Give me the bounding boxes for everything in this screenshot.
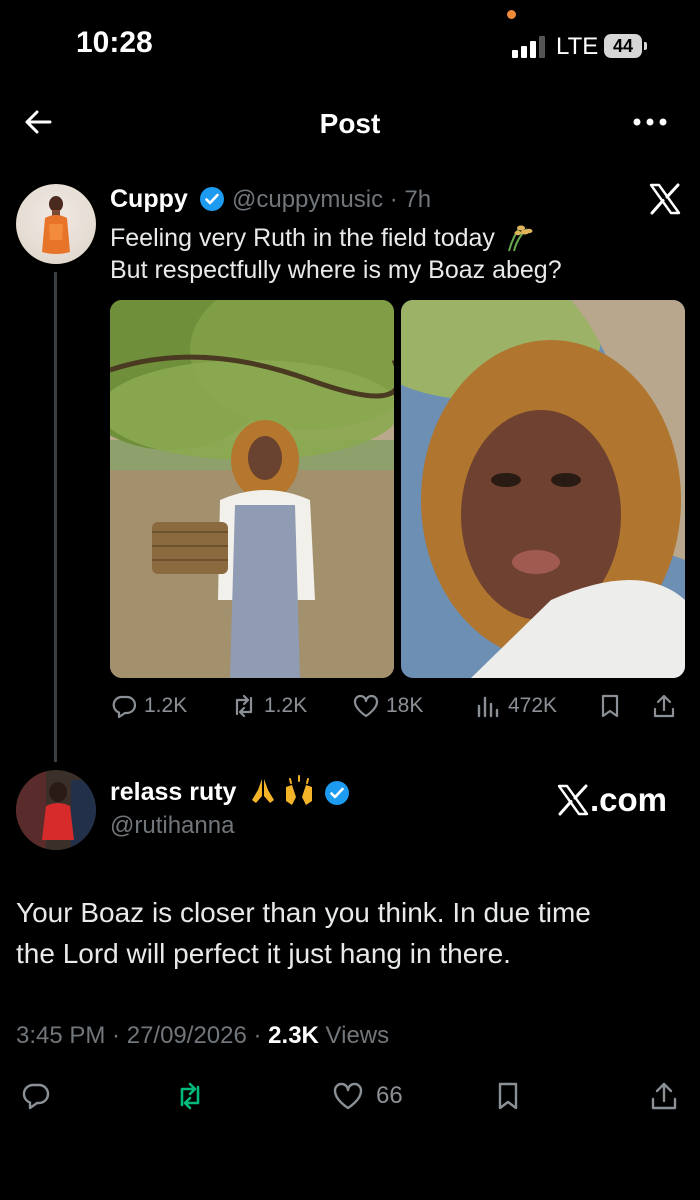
views-count: 472K [508,694,558,717]
share-icon[interactable] [650,692,678,720]
xcom-watermark: .com [556,780,670,820]
quoted-post-text-line-2: But respectfully where is my Boaz abeg? [110,256,562,284]
reply-count-button[interactable]: 1.2K [110,692,187,720]
heart-icon [353,694,379,718]
quoted-author-name[interactable]: Cuppy [110,185,188,214]
reply-button[interactable] [20,1080,52,1112]
sheaf-of-rice-icon [501,222,535,252]
privacy-indicator-dot [507,10,516,19]
like-count: 66 [376,1082,403,1109]
folded-hands-icon [248,776,278,806]
like-count: 18K [386,694,424,717]
battery-indicator: 44 [604,34,642,58]
bookmark-button[interactable] [492,1080,524,1112]
heart-icon [333,1082,363,1110]
status-time: 10:28 [76,26,153,59]
thread-connector-line [54,272,57,762]
repost-icon [235,694,253,718]
reply-text-line-2: the Lord will perfect it just hang in th… [16,938,511,969]
quoted-post-text-line-1: Feeling very Ruth in the field today [110,222,535,253]
battery-nub [644,42,647,50]
comment-icon [22,1083,50,1110]
xcom-text: .com [590,781,668,818]
reply-text-line-1: Your Boaz is closer than you think. In d… [16,897,591,928]
views-bar-chart-icon [477,696,499,718]
quoted-author-handle-and-age[interactable]: @cuppymusic · 7h [232,186,431,214]
repost-count-button[interactable]: 1.2K [230,692,307,720]
page-title: Post [319,108,381,139]
repost-icon [180,1082,200,1110]
reply-author-handle[interactable]: @rutihanna [110,812,234,840]
like-count-button[interactable]: 18K [352,692,423,720]
x-logo-icon [557,784,589,816]
verified-badge-icon [199,186,225,212]
quoted-author-avatar[interactable] [16,184,96,264]
bookmark-icon [498,1082,518,1110]
post-views-count: 2.3K [268,1022,319,1049]
more-options-icon[interactable] [632,112,668,132]
repost-count: 1.2K [264,694,308,717]
like-button[interactable]: 66 [332,1080,403,1112]
reply-author-name[interactable]: relass ruty [110,778,236,807]
repost-button[interactable] [174,1080,206,1112]
reply-author-avatar[interactable] [16,770,96,850]
verified-badge-icon [324,780,350,806]
x-logo-icon [648,182,682,216]
post-meta-row: 3:45 PM · 27/09/2026 · 2.3K Views [16,1022,390,1049]
quoted-post-photo-1[interactable] [110,300,394,678]
post-views-label: Views [325,1022,390,1049]
raising-hands-icon [282,775,316,807]
share-icon [651,1082,677,1110]
views-count-button[interactable]: 472K [474,692,557,720]
network-label: LTE [556,33,599,60]
share-button[interactable] [648,1080,680,1112]
quoted-post-photo-2[interactable] [401,300,685,678]
post-time: 3:45 PM [16,1022,106,1049]
reply-count: 1.2K [144,694,188,717]
comment-icon [112,695,137,719]
bookmark-icon[interactable] [596,692,624,720]
cellular-signal-icon [512,36,548,58]
post-date: 27/09/2026 [126,1022,247,1049]
